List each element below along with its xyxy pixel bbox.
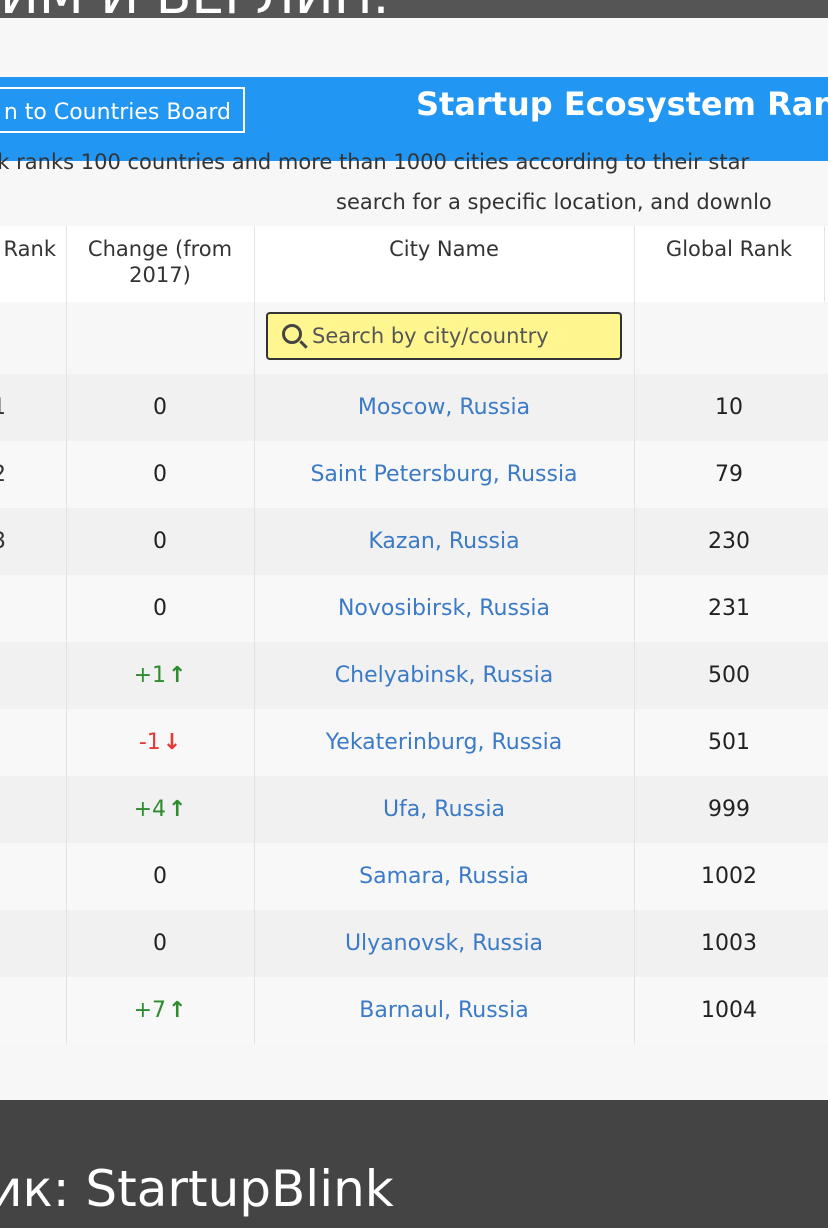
change-value: +4 [133,797,166,822]
change-value: 0 [153,395,167,420]
city-link[interactable]: Chelyabinsk, Russia [254,642,634,709]
rank-cell [0,575,6,642]
table-row: 3 0 Kazan, Russia 230 [0,508,828,575]
global-rank-cell: 79 [715,462,743,487]
change-cell: 0 [66,843,254,910]
table-row: 0 Ulyanovsk, Russia 1003 [0,910,828,977]
change-value: 0 [153,462,167,487]
global-rank-cell: 230 [708,529,750,554]
table-row: +7↑ Barnaul, Russia 1004 [0,977,828,1044]
column-header-rank[interactable]: Rank [0,226,66,302]
rank-cell [0,642,6,709]
column-header-city[interactable]: City Name [254,226,634,302]
global-rank-cell: 500 [708,663,750,688]
table-row: 10Moscow, Russia10 [0,374,828,441]
back-to-countries-button[interactable]: n to Countries Board [0,87,245,133]
rank-cell [0,709,6,776]
change-value: -1 [138,730,161,755]
rank-cell: 3 [0,508,6,575]
city-link[interactable]: Novosibirsk, Russia [254,575,634,642]
table-row: 0 Samara, Russia 1002 [0,843,828,910]
arrow-up-icon: ↑ [168,663,187,688]
change-cell: 0 [66,910,254,977]
description-line-1: nk ranks 100 countries and more than 100… [0,150,750,174]
column-divider [254,302,255,374]
change-value: 0 [153,529,167,554]
search-icon [282,324,302,344]
global-rank-cell: 231 [708,596,750,621]
ranking-table: Rank Change (from 2017) City Name Global… [0,226,828,1044]
city-link[interactable]: Barnaul, Russia [254,977,634,1044]
board-title: Startup Ecosystem Ranki [416,85,828,123]
rank-cell [0,977,6,1044]
global-rank-cell: 1002 [701,864,757,889]
change-cell: +1↑ [66,642,254,709]
table-row: -1↓ Yekaterinburg, Russia 501 [0,709,828,776]
city-link[interactable]: Moscow, Russia [254,374,634,441]
table-row: 0 Novosibirsk, Russia 231 [0,575,828,642]
global-rank-cell: 501 [708,730,750,755]
city-link[interactable]: Ufa, Russia [254,776,634,843]
global-rank-cell: 10 [715,395,743,420]
arrow-up-icon: ↑ [168,797,187,822]
search-placeholder: Search by city/country [312,324,549,348]
rank-cell: 1 [0,374,6,441]
table-row: +4↑ Ufa, Russia 999 [0,776,828,843]
ranking-card: n to Countries Board Startup Ecosystem R… [0,18,828,1100]
city-link[interactable]: Kazan, Russia [254,508,634,575]
change-value: 0 [153,864,167,889]
search-input[interactable]: Search by city/country [266,312,622,360]
change-cell: 0 [66,441,254,508]
table-header: Rank Change (from 2017) City Name Global… [0,226,828,302]
change-cell: 0 [66,508,254,575]
column-header-change[interactable]: Change (from 2017) [66,226,254,302]
search-row: Search by city/country [0,302,828,374]
arrow-down-icon: ↓ [162,730,182,755]
change-cell: 0 [66,374,254,441]
column-divider [634,302,635,374]
rank-cell: 2 [0,441,6,508]
top-caption-strip: ИМ И БЕРЛИН. [0,0,828,18]
description-line-2: search for a specific location, and down… [336,190,772,214]
city-link[interactable]: Yekaterinburg, Russia [254,709,634,776]
change-cell: +7↑ [66,977,254,1044]
table-row: 2 0 Saint Petersburg, Russia 79 [0,441,828,508]
city-link[interactable]: Saint Petersburg, Russia [254,441,634,508]
change-cell: -1↓ [66,709,254,776]
top-caption: ИМ И БЕРЛИН. [0,0,389,18]
global-rank-cell: 1003 [701,931,757,956]
change-value: 0 [153,931,167,956]
change-value: +7 [133,998,166,1023]
column-header-global-rank[interactable]: Global Rank [634,226,824,302]
change-value: 0 [153,596,167,621]
change-cell: 0 [66,575,254,642]
column-divider [824,226,825,302]
global-rank-cell: 999 [708,797,750,822]
rank-cell [0,910,6,977]
table-body: 10Moscow, Russia1020Saint Petersburg, Ru… [0,374,828,1044]
city-link[interactable]: Ulyanovsk, Russia [254,910,634,977]
arrow-up-icon: ↑ [168,998,187,1023]
footer-caption: ик: StartupBlink [0,1160,394,1218]
rank-cell [0,776,6,843]
global-rank-cell: 1004 [701,998,757,1023]
table-row: +1↑ Chelyabinsk, Russia 500 [0,642,828,709]
rank-cell [0,843,6,910]
change-value: +1 [133,663,166,688]
city-link[interactable]: Samara, Russia [254,843,634,910]
column-divider [66,302,67,374]
change-cell: +4↑ [66,776,254,843]
